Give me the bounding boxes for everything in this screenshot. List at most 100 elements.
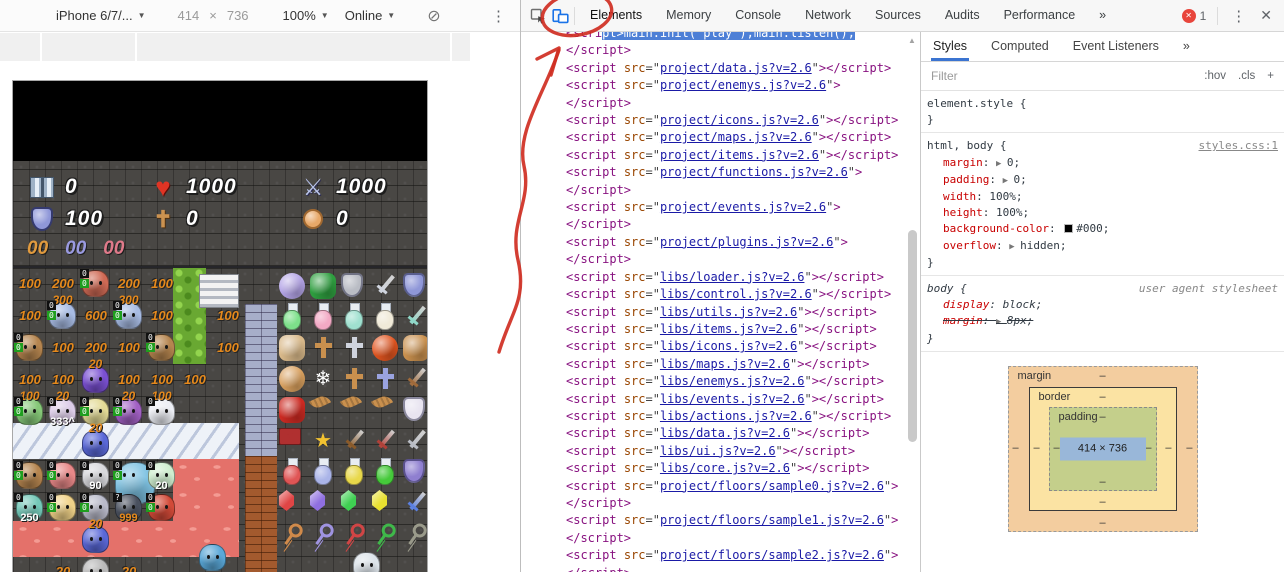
styles-filter-input[interactable]: Filter bbox=[931, 69, 958, 83]
inspect-element-icon[interactable] bbox=[527, 6, 549, 26]
script-src-link[interactable]: libs/core.js?v=2.6 bbox=[660, 461, 790, 475]
padding-right-value[interactable]: – bbox=[1145, 442, 1151, 454]
code-line[interactable]: <script src="project/maps.js?v=2.6"></sc… bbox=[566, 129, 920, 146]
styles-tab-eventlisteners[interactable]: Event Listeners bbox=[1061, 32, 1171, 61]
viewport-height-field[interactable]: 736 bbox=[227, 8, 249, 23]
script-src-link[interactable]: project/events.js?v=2.6 bbox=[660, 200, 826, 214]
script-src-link[interactable]: project/floors/sample1.js?v=2.6 bbox=[660, 513, 884, 527]
elements-panel[interactable]: <script>main.init('play'),main.listen();… bbox=[521, 32, 920, 572]
code-line[interactable]: </script> bbox=[566, 216, 920, 233]
code-line[interactable]: <script src="libs/maps.js?v=2.6"></scrip… bbox=[566, 356, 920, 373]
script-src-link[interactable]: project/enemys.js?v=2.6 bbox=[660, 78, 826, 92]
elements-scrollbar[interactable]: ▲ bbox=[906, 32, 919, 572]
script-src-link[interactable]: project/data.js?v=2.6 bbox=[660, 61, 812, 75]
code-line[interactable]: <script src="libs/items.js?v=2.6"></scri… bbox=[566, 321, 920, 338]
script-src-link[interactable]: project/functions.js?v=2.6 bbox=[660, 165, 848, 179]
tab-memory[interactable]: Memory bbox=[654, 0, 723, 31]
tab-[interactable]: » bbox=[1087, 0, 1118, 31]
script-src-link[interactable]: libs/enemys.js?v=2.6 bbox=[660, 374, 805, 388]
margin-right-value[interactable]: – bbox=[1186, 442, 1192, 454]
border-left-value[interactable]: – bbox=[1034, 442, 1040, 454]
styles-tab-[interactable]: » bbox=[1171, 32, 1202, 61]
code-line[interactable]: <script src="project/floors/sample1.js?v… bbox=[566, 512, 920, 529]
script-src-link[interactable]: libs/maps.js?v=2.6 bbox=[660, 357, 790, 371]
code-line[interactable]: <script src="project/plugins.js?v=2.6"> bbox=[566, 234, 920, 251]
script-src-link[interactable]: project/maps.js?v=2.6 bbox=[660, 130, 812, 144]
box-model-padding[interactable]: padding – – – – 414 × 736 bbox=[1049, 407, 1157, 491]
code-line[interactable]: <script src="project/events.js?v=2.6"> bbox=[566, 199, 920, 216]
zoom-select[interactable]: 100% ▼ bbox=[283, 8, 329, 23]
code-line[interactable]: </script> bbox=[566, 565, 920, 572]
script-src-link[interactable]: libs/ui.js?v=2.6 bbox=[660, 444, 776, 458]
script-src-link[interactable]: project/plugins.js?v=2.6 bbox=[660, 235, 833, 249]
styles-toggle-button[interactable]: .cls bbox=[1238, 70, 1255, 82]
code-line[interactable]: </script> bbox=[566, 530, 920, 547]
code-line[interactable]: <script src="libs/events.js?v=2.6"></scr… bbox=[566, 391, 920, 408]
styles-toggle-button[interactable]: :hov bbox=[1204, 70, 1226, 82]
code-line[interactable]: <script src="project/data.js?v=2.6"></sc… bbox=[566, 60, 920, 77]
code-line[interactable]: <script src="project/items.js?v=2.6"></s… bbox=[566, 147, 920, 164]
margin-top-value[interactable]: – bbox=[1009, 370, 1197, 382]
code-line[interactable]: <script src="project/functions.js?v=2.6"… bbox=[566, 164, 920, 181]
rule-source-link[interactable]: styles.css:1 bbox=[1191, 138, 1278, 154]
box-model-border[interactable]: border – – – – padding – – – – bbox=[1029, 387, 1177, 511]
script-src-link[interactable]: libs/actions.js?v=2.6 bbox=[660, 409, 812, 423]
toggle-device-toolbar-icon[interactable] bbox=[549, 6, 571, 26]
code-line[interactable]: <script src="project/floors/sample0.js?v… bbox=[566, 478, 920, 495]
scrollbar-thumb[interactable] bbox=[908, 230, 917, 442]
css-property[interactable]: height: 100%; bbox=[927, 205, 1278, 221]
margin-left-value[interactable]: – bbox=[1013, 442, 1019, 454]
tab-audits[interactable]: Audits bbox=[933, 0, 992, 31]
script-src-link[interactable]: project/icons.js?v=2.6 bbox=[660, 113, 819, 127]
box-model-content[interactable]: 414 × 736 bbox=[1060, 437, 1146, 460]
code-line[interactable]: <script src="project/icons.js?v=2.6"></s… bbox=[566, 112, 920, 129]
devtools-menu-icon[interactable]: ⋮ bbox=[1221, 7, 1256, 25]
code-line[interactable]: </script> bbox=[566, 251, 920, 268]
css-property[interactable]: margin: ▶ 8px; bbox=[927, 313, 1278, 330]
styles-tab-computed[interactable]: Computed bbox=[979, 32, 1061, 61]
code-line[interactable]: <script src="libs/icons.js?v=2.6"></scri… bbox=[566, 338, 920, 355]
code-line[interactable]: <script src="project/enemys.js?v=2.6"> bbox=[566, 77, 920, 94]
script-src-link[interactable]: project/floors/sample2.js?v=2.6 bbox=[660, 548, 884, 562]
code-line[interactable]: <script src="libs/data.js?v=2.6"></scrip… bbox=[566, 425, 920, 442]
border-bottom-value[interactable]: – bbox=[1030, 496, 1176, 508]
border-top-value[interactable]: – bbox=[1030, 391, 1176, 403]
margin-bottom-value[interactable]: – bbox=[1009, 517, 1197, 529]
code-line[interactable]: <script src="project/floors/sample2.js?v… bbox=[566, 547, 920, 564]
script-src-link[interactable]: libs/events.js?v=2.6 bbox=[660, 392, 805, 406]
styles-tab-styles[interactable]: Styles bbox=[921, 32, 979, 61]
script-src-link[interactable]: libs/utils.js?v=2.6 bbox=[660, 305, 797, 319]
code-line[interactable]: <script src="libs/loader.js?v=2.6"></scr… bbox=[566, 269, 920, 286]
box-model-diagram[interactable]: margin – – – – border – – – – padding bbox=[1008, 366, 1198, 532]
rule-source-link[interactable]: user agent stylesheet bbox=[1131, 281, 1278, 297]
css-property[interactable]: padding: ▶ 0; bbox=[927, 172, 1278, 189]
padding-top-value[interactable]: – bbox=[1050, 411, 1156, 423]
script-src-link[interactable]: libs/icons.js?v=2.6 bbox=[660, 339, 797, 353]
css-property[interactable]: width: 100%; bbox=[927, 189, 1278, 205]
device-toolbar-menu-icon[interactable]: ⋮ bbox=[491, 7, 506, 25]
script-src-link[interactable]: libs/items.js?v=2.6 bbox=[660, 322, 797, 336]
code-line[interactable]: </script> bbox=[566, 42, 920, 59]
padding-bottom-value[interactable]: – bbox=[1050, 476, 1156, 488]
code-line[interactable]: <script src="libs/utils.js?v=2.6"></scri… bbox=[566, 304, 920, 321]
script-src-link[interactable]: project/floors/sample0.js?v=2.6 bbox=[660, 479, 884, 493]
css-property[interactable]: background-color: #000; bbox=[927, 221, 1278, 237]
script-src-link[interactable]: libs/data.js?v=2.6 bbox=[660, 426, 790, 440]
device-select[interactable]: iPhone 6/7/... ▼ bbox=[56, 8, 146, 23]
error-badge-icon[interactable]: ✕ bbox=[1182, 9, 1196, 23]
css-property[interactable]: overflow: ▶ hidden; bbox=[927, 238, 1278, 255]
code-line[interactable]: </script> bbox=[566, 182, 920, 199]
border-right-value[interactable]: – bbox=[1165, 442, 1171, 454]
code-line[interactable]: <script src="libs/core.js?v=2.6"></scrip… bbox=[566, 460, 920, 477]
code-line[interactable]: <script src="libs/enemys.js?v=2.6"></scr… bbox=[566, 373, 920, 390]
code-line[interactable]: <script src="libs/control.js?v=2.6"></sc… bbox=[566, 286, 920, 303]
tab-sources[interactable]: Sources bbox=[863, 0, 933, 31]
script-src-link[interactable]: libs/loader.js?v=2.6 bbox=[660, 270, 805, 284]
code-line[interactable]: <script src="libs/ui.js?v=2.6"></script> bbox=[566, 443, 920, 460]
tab-elements[interactable]: Elements bbox=[578, 0, 654, 31]
tab-network[interactable]: Network bbox=[793, 0, 863, 31]
tab-console[interactable]: Console bbox=[723, 0, 793, 31]
code-line[interactable]: </script> bbox=[566, 95, 920, 112]
game-canvas[interactable]: 0 ♥ 1000 ⚔ 1000 100 ✝ 0 0 000000 bbox=[12, 80, 428, 572]
disable-cache-icon[interactable]: ⊘ bbox=[427, 6, 440, 26]
